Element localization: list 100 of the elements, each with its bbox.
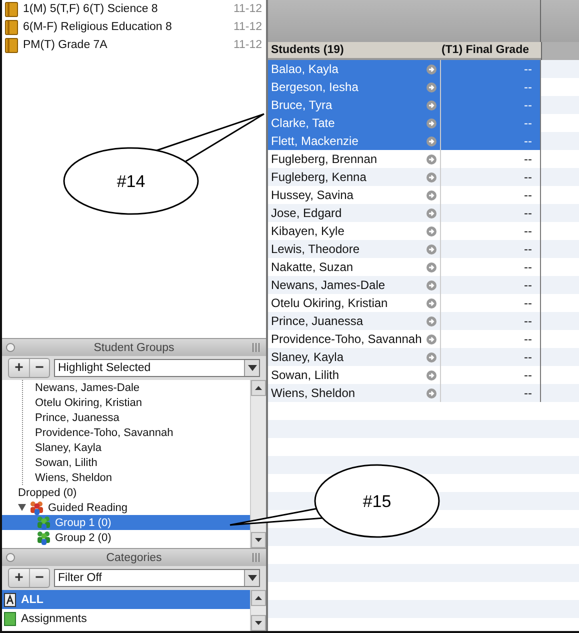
student-name-cell[interactable]: Prince, Juanessa [268,312,440,330]
student-name-cell[interactable]: Lewis, Theodore [268,240,440,258]
student-name-cell[interactable]: Otelu Okiring, Kristian [268,294,440,312]
collapse-icon[interactable] [6,553,15,562]
grade-cell[interactable]: -- [440,78,541,96]
add-button[interactable]: + [9,569,29,587]
student-name-cell[interactable]: Bruce, Tyra [268,96,440,114]
tree-item[interactable]: Dropped (0) [2,485,250,500]
tree-item[interactable]: Newans, James-Dale [23,380,250,395]
course-item[interactable]: 6(M-F) Religious Education 8 11-12 [2,18,266,36]
callout-label: #15 [362,492,392,511]
grade-cell[interactable]: -- [440,258,541,276]
student-name-cell[interactable]: Balao, Kayla [268,60,440,78]
grade-cell[interactable]: -- [440,96,541,114]
arrow-circle-icon[interactable] [426,280,437,290]
student-name-cell[interactable]: Hussey, Savina [268,186,440,204]
tree-item[interactable]: Wiens, Sheldon [23,470,250,485]
arrow-circle-icon[interactable] [426,388,437,398]
grade-cell[interactable]: -- [440,348,541,366]
arrow-circle-icon[interactable] [426,118,437,128]
remove-button[interactable]: − [29,569,49,587]
people-icon [36,530,52,545]
arrow-circle-icon[interactable] [426,136,437,146]
collapse-icon[interactable] [6,343,15,352]
tree-item[interactable]: Prince, Juanessa [23,410,250,425]
scrollbar[interactable] [250,380,266,548]
grade-cell[interactable]: -- [440,186,541,204]
student-name-cell[interactable]: Kibayen, Kyle [268,222,440,240]
student-name-cell[interactable]: Clarke, Tate [268,114,440,132]
course-term: 11-12 [233,3,262,15]
student-name-cell[interactable]: Newans, James-Dale [268,276,440,294]
arrow-circle-icon[interactable] [426,64,437,74]
filter-dropdown[interactable]: Filter Off [54,569,260,587]
arrow-circle-icon[interactable] [426,244,437,254]
arrow-circle-icon[interactable] [426,154,437,164]
arrow-circle-icon[interactable] [426,334,437,344]
arrow-circle-icon[interactable] [426,226,437,236]
tree-item[interactable]: Otelu Okiring, Kristian [23,395,250,410]
people-icon [29,500,45,515]
arrow-circle-icon[interactable] [426,190,437,200]
arrow-circle-icon[interactable] [426,208,437,218]
student-name-cell[interactable]: Wiens, Sheldon [268,384,440,402]
grade-cell[interactable]: -- [440,366,541,384]
callout-label: #14 [116,172,146,191]
tree-item[interactable]: Group 1 (0) [2,515,250,530]
student-name-cell[interactable]: Fugleberg, Kenna [268,168,440,186]
student-name-cell[interactable]: Fugleberg, Brennan [268,150,440,168]
remove-button[interactable]: − [29,359,49,377]
grade-cell[interactable]: -- [440,132,541,150]
filter-dropdown[interactable]: Highlight Selected [54,359,260,377]
scroll-up-icon[interactable] [255,386,262,390]
grade-cell[interactable]: -- [440,240,541,258]
course-item[interactable]: PM(T) Grade 7A 11-12 [2,36,266,54]
arrow-circle-icon[interactable] [426,172,437,182]
grade-cell[interactable]: -- [440,312,541,330]
grade-cell[interactable]: -- [440,150,541,168]
dropdown-caret-icon[interactable] [248,365,256,371]
arrow-circle-icon[interactable] [426,100,437,110]
tree-item[interactable]: Providence-Toho, Savannah [23,425,250,440]
student-name-cell[interactable]: Flett, Mackenzie [268,132,440,150]
category-item[interactable]: ALL [2,590,250,609]
student-name-cell[interactable]: Sowan, Lilith [268,366,440,384]
student-name-cell[interactable]: Providence-Toho, Savannah [268,330,440,348]
scroll-down-icon[interactable] [255,538,262,542]
grade-cell[interactable]: -- [440,222,541,240]
grade-cell[interactable]: -- [440,204,541,222]
scroll-up-icon[interactable] [255,596,262,600]
tree-item[interactable]: Sowan, Lilith [23,455,250,470]
grade-cell[interactable]: -- [440,60,541,78]
grade-cell[interactable]: -- [440,114,541,132]
student-name-cell[interactable]: Slaney, Kayla [268,348,440,366]
grade-cell[interactable]: -- [440,294,541,312]
grade-cell[interactable]: -- [440,276,541,294]
arrow-circle-icon[interactable] [426,352,437,362]
grade-cell[interactable]: -- [440,330,541,348]
book-icon [5,2,18,16]
student-name-cell[interactable]: Bergeson, Iesha [268,78,440,96]
add-button[interactable]: + [9,359,29,377]
course-item[interactable]: 1(M) 5(T,F) 6(T) Science 8 11-12 [2,0,266,18]
arrow-circle-icon[interactable] [426,370,437,380]
grade-cell[interactable]: -- [440,384,541,402]
arrow-circle-icon[interactable] [426,316,437,326]
arrow-circle-icon[interactable] [426,262,437,272]
column-header[interactable]: (T1) Final Grade [440,42,541,60]
grip-icon[interactable] [252,553,260,562]
category-item[interactable]: Assignments [2,609,250,628]
arrow-circle-icon[interactable] [426,298,437,308]
arrow-circle-icon[interactable] [426,82,437,92]
book-icon [5,38,18,52]
scroll-down-icon[interactable] [255,621,262,625]
student-name-cell[interactable]: Nakatte, Suzan [268,258,440,276]
student-name-cell[interactable]: Jose, Edgard [268,204,440,222]
scrollbar[interactable] [250,590,266,631]
tree-item[interactable]: Slaney, Kayla [23,440,250,455]
grip-icon[interactable] [252,343,260,352]
grade-cell[interactable]: -- [440,168,541,186]
column-header[interactable]: Students (19) [268,42,440,60]
tree-item[interactable]: Group 2 (0) [2,530,250,545]
panel-title: Student Groups [94,342,174,354]
dropdown-caret-icon[interactable] [248,575,256,581]
